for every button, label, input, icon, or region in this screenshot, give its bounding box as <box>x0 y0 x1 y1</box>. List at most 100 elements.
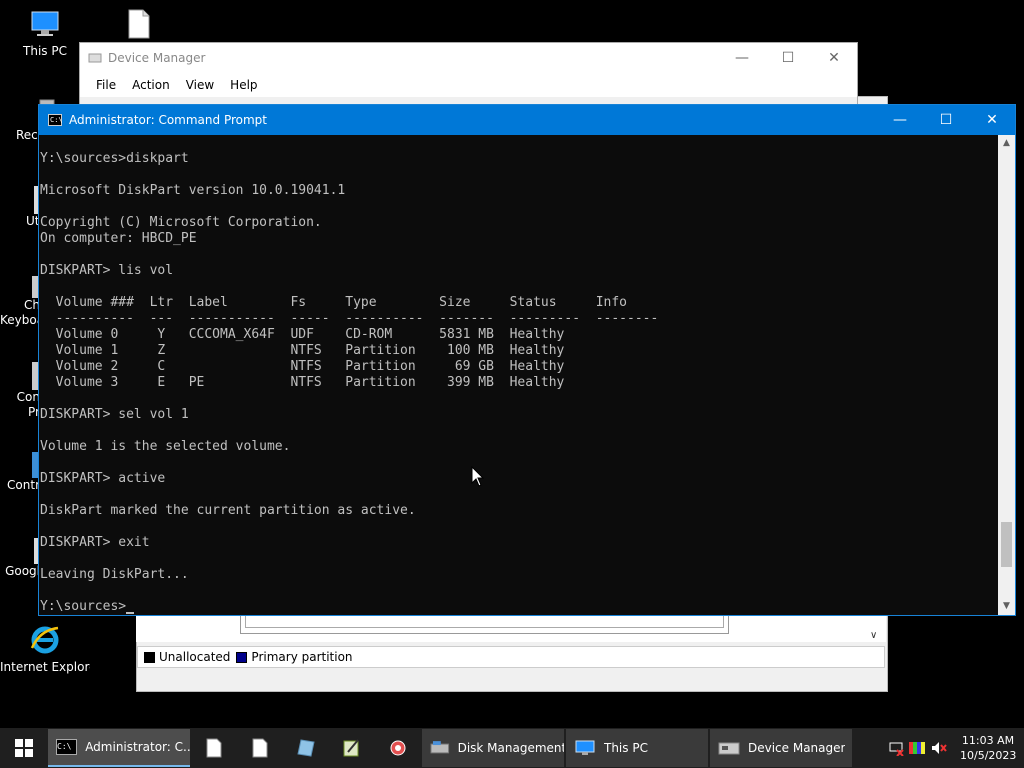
scroll-down-arrow-icon[interactable]: ▼ <box>998 598 1015 615</box>
file-icon <box>128 9 150 39</box>
menu-bar: File Action View Help <box>80 73 857 97</box>
vertical-scrollbar[interactable]: ▲ ▼ <box>998 135 1015 615</box>
legend-label: Unallocated <box>159 650 231 664</box>
desktop-icon-file[interactable] <box>93 8 183 44</box>
menu-help[interactable]: Help <box>224 78 263 92</box>
console-line: Volume 0 Y CCCOMA_X64F UDF CD-ROM 5831 M… <box>40 327 565 342</box>
taskbar: C:\ Administrator: C... Disk Management … <box>0 728 1024 768</box>
desktop-icon-label: Con Pr <box>16 390 40 419</box>
windows-logo-icon <box>15 739 33 757</box>
device-manager-icon <box>88 53 102 63</box>
desktop-icon-recycle-bin[interactable]: Recy <box>0 96 55 142</box>
cmd-icon: C:\ <box>56 739 78 755</box>
speaker-muted-icon[interactable] <box>930 740 948 756</box>
desktop-icon-google[interactable]: Googl <box>0 538 40 578</box>
taskbar-pinned-notepad[interactable] <box>284 729 328 767</box>
device-manager-icon <box>718 742 740 755</box>
desktop-icon-control[interactable]: Con Pr <box>0 362 40 420</box>
menu-file[interactable]: File <box>90 78 122 92</box>
scrollbar-thumb[interactable] <box>1001 522 1012 567</box>
desktop-icon-label: Ut <box>26 214 40 228</box>
console-line: Microsoft DiskPart version 10.0.19041.1 <box>40 183 346 198</box>
desktop-icon-internet-explorer[interactable]: Internet Explorer <box>0 622 90 674</box>
desktop-icon-label: Internet Explorer <box>0 660 90 674</box>
device-manager-window: Device Manager — ☐ ✕ File Action View He… <box>79 42 858 112</box>
taskbar-pinned-tool[interactable] <box>376 729 420 767</box>
console-output[interactable]: Y:\sources>diskpart Microsoft DiskPart v… <box>39 135 999 615</box>
command-prompt-titlebar[interactable]: C:\ Administrator: Command Prompt — ☐ ✕ <box>39 105 1015 135</box>
taskbar-app-command-prompt[interactable]: C:\ Administrator: C... <box>48 729 190 767</box>
network-icon[interactable] <box>888 740 904 756</box>
taskbar-pinned-editor[interactable] <box>330 729 374 767</box>
editor-icon <box>343 739 359 757</box>
close-button[interactable]: ✕ <box>811 50 857 66</box>
taskbar-pinned-file-1[interactable] <box>192 729 236 767</box>
legend-primary: Primary partition <box>236 650 353 664</box>
desktop-icon-keyboard[interactable]: Ch Keyboa <box>0 276 40 328</box>
mouse-pointer-icon <box>471 466 485 487</box>
console-line: Volume 2 C NTFS Partition 69 GB Healthy <box>40 359 565 374</box>
console-lines: Y:\sources>diskpart Microsoft DiskPart v… <box>40 151 999 599</box>
device-manager-titlebar[interactable]: Device Manager — ☐ ✕ <box>80 43 857 73</box>
console-line: DISKPART> lis vol <box>40 263 174 278</box>
taskbar-app-label: This PC <box>604 741 648 755</box>
color-palette-icon[interactable] <box>908 740 926 756</box>
clock-time: 11:03 AM <box>961 734 1015 747</box>
console-line: DISKPART> exit <box>40 535 150 550</box>
taskbar-app-disk-management[interactable]: Disk Management <box>422 729 564 767</box>
taskbar-app-label: Disk Management <box>457 741 564 755</box>
desktop-icon-label: Recy <box>16 128 40 142</box>
minimize-button[interactable]: — <box>877 105 923 135</box>
console-line: Volume ### Ltr Label Fs Type Size Status… <box>40 295 627 310</box>
this-pc-icon <box>31 11 59 36</box>
desktop-icon-utilities[interactable]: Ut <box>0 186 40 228</box>
console-line: ---------- --- ----------- ----- -------… <box>40 311 659 326</box>
clock[interactable]: 11:03 AM 10/5/2023 <box>960 733 1016 763</box>
window-title: Administrator: Command Prompt <box>69 113 267 127</box>
command-prompt-window: C:\ Administrator: Command Prompt — ☐ ✕ … <box>38 104 1016 616</box>
console-line: DISKPART> active <box>40 471 166 486</box>
taskbar-app-this-pc[interactable]: This PC <box>566 729 708 767</box>
clock-date: 10/5/2023 <box>960 749 1017 762</box>
console-line: Copyright (C) Microsoft Corporation. <box>40 215 322 230</box>
legend-label: Primary partition <box>251 650 353 664</box>
console-line: On computer: HBCD_PE <box>40 231 197 246</box>
menu-action[interactable]: Action <box>126 78 176 92</box>
file-icon <box>252 738 268 758</box>
scroll-up-arrow-icon[interactable]: ▲ <box>998 135 1015 152</box>
desktop-icon-label: Googl <box>5 564 40 578</box>
desktop-icon-this-pc[interactable]: This PC <box>0 8 90 58</box>
close-button[interactable]: ✕ <box>969 105 1015 135</box>
chevron-down-icon[interactable]: ∨ <box>870 630 877 641</box>
disk-management-icon <box>430 741 450 754</box>
this-pc-icon <box>575 740 595 755</box>
disk-legend: Unallocated Primary partition <box>137 646 885 668</box>
desktop-icon-label: Ch Keyboa <box>0 298 40 327</box>
tool-icon <box>390 740 406 756</box>
console-line: DISKPART> sel vol 1 <box>40 407 189 422</box>
console-line: Volume 3 E PE NTFS Partition 399 MB Heal… <box>40 375 565 390</box>
taskbar-app-device-manager[interactable]: Device Manager <box>710 729 852 767</box>
desktop-icon-label: This PC <box>23 44 67 58</box>
text-cursor <box>126 612 135 614</box>
desktop-icon-label: Contr <box>7 478 40 492</box>
taskbar-pinned-file-2[interactable] <box>238 729 282 767</box>
minimize-button[interactable]: — <box>719 50 765 66</box>
menu-view[interactable]: View <box>180 78 220 92</box>
maximize-button[interactable]: ☐ <box>765 50 811 66</box>
window-title: Device Manager <box>108 51 206 65</box>
taskbar-app-label: Device Manager <box>748 741 846 755</box>
maximize-button[interactable]: ☐ <box>923 105 969 135</box>
primary-partition-swatch <box>236 652 248 663</box>
desktop-icon-control-panel[interactable]: Contr <box>0 452 40 492</box>
console-line: DiskPart marked the current partition as… <box>40 503 416 518</box>
start-button[interactable] <box>0 728 48 768</box>
